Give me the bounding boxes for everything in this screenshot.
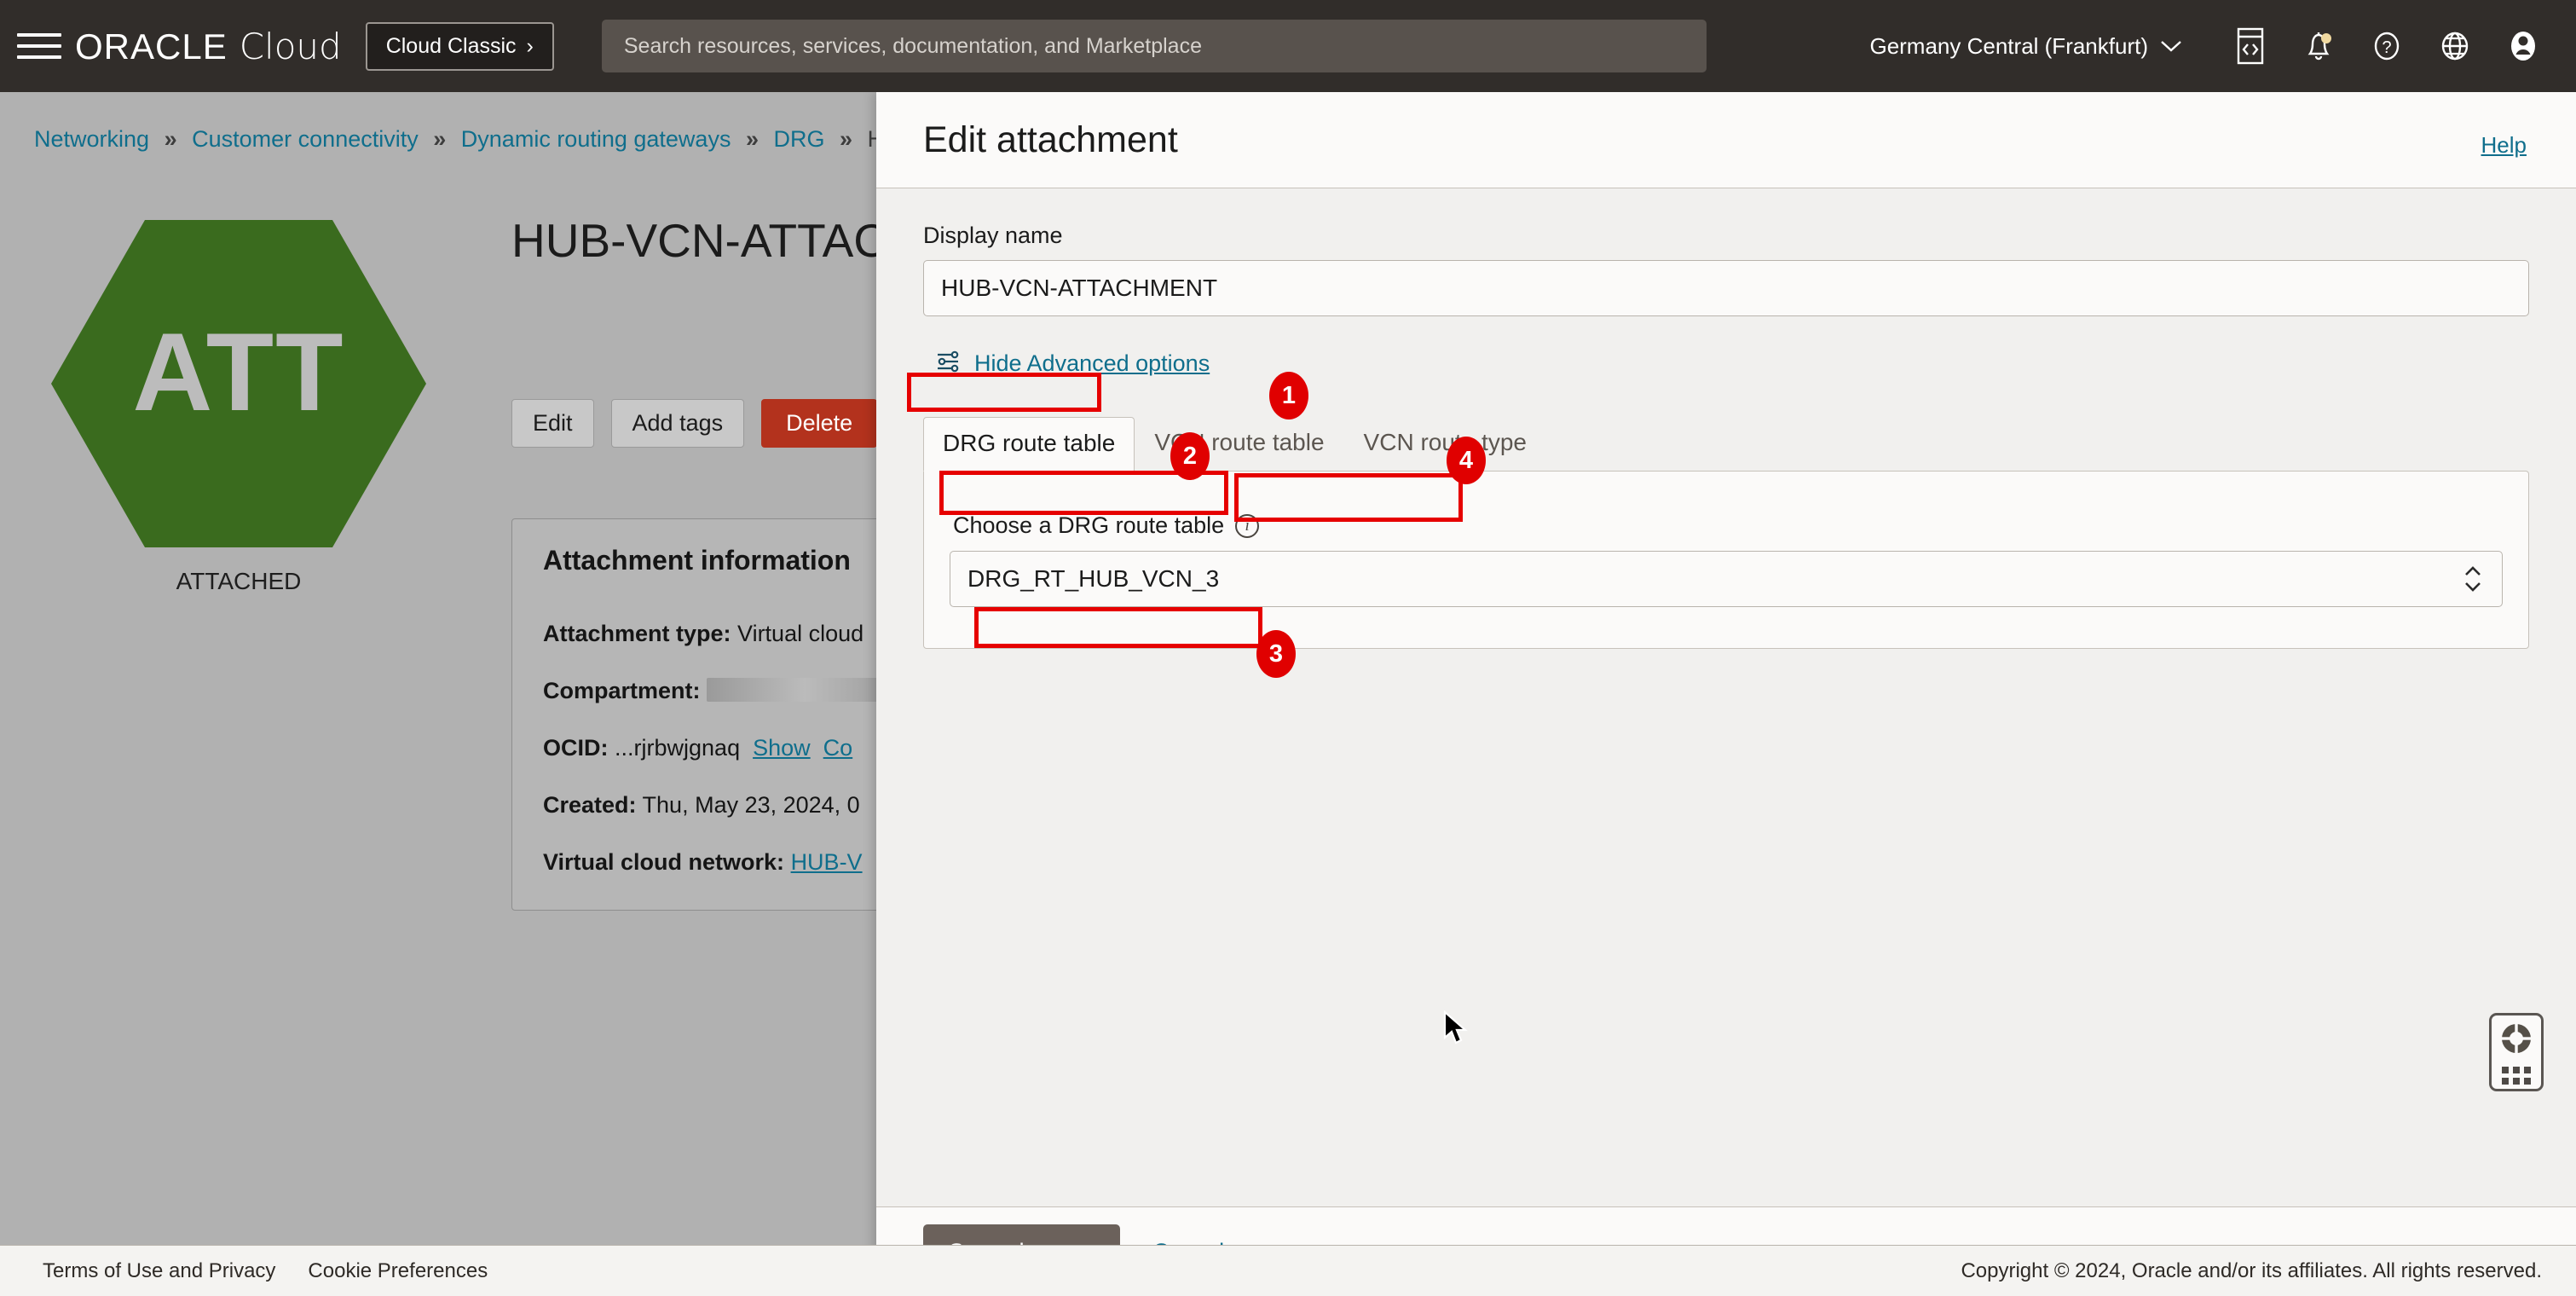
ocid-copy-link[interactable]: Co	[823, 735, 853, 761]
panel-header: Edit attachment Help	[876, 92, 2576, 188]
advanced-options-tabs: DRG route table VCN route table VCN rout…	[923, 416, 2529, 649]
breadcrumb-separator: »	[840, 126, 853, 152]
sliders-icon	[935, 349, 961, 379]
breadcrumb-item-drg[interactable]: DRG	[774, 126, 825, 152]
page-action-buttons: Edit Add tags Delete	[511, 399, 878, 448]
hide-advanced-options-toggle[interactable]: Hide Advanced options	[923, 340, 1222, 387]
add-tags-button[interactable]: Add tags	[610, 399, 745, 448]
info-label: Compartment:	[543, 678, 701, 703]
notifications-bell-icon[interactable]	[2291, 19, 2346, 73]
footer-links: Terms of Use and Privacy Cookie Preferen…	[43, 1259, 488, 1283]
info-value: ...rjrbwjgnaq	[615, 735, 741, 761]
spinner-updown-icon	[2463, 565, 2483, 593]
page-footer: Terms of Use and Privacy Cookie Preferen…	[0, 1245, 2576, 1296]
search-placeholder: Search resources, services, documentatio…	[623, 33, 1202, 58]
user-avatar-icon[interactable]	[2496, 19, 2550, 73]
display-name-input[interactable]	[923, 260, 2529, 316]
terms-of-use-link[interactable]: Terms of Use and Privacy	[43, 1259, 275, 1283]
breadcrumb: Networking » Customer connectivity » Dyn…	[34, 126, 916, 153]
panel-title: Edit attachment	[923, 119, 1178, 160]
help-link[interactable]: Help	[2481, 132, 2527, 159]
display-name-label: Display name	[923, 223, 1063, 248]
cloud-wordmark: Cloud	[239, 25, 342, 67]
copyright-text: Copyright © 2024, Oracle and/or its affi…	[1961, 1258, 2542, 1282]
breadcrumb-separator: »	[164, 126, 177, 152]
info-value: Thu, May 23, 2024, 0	[642, 792, 860, 818]
tab-list: DRG route table VCN route table VCN rout…	[923, 416, 2529, 472]
svg-text:?: ?	[2382, 38, 2391, 57]
breadcrumb-separator: »	[433, 126, 447, 152]
breadcrumb-item-dynamic-routing-gateways[interactable]: Dynamic routing gateways	[461, 126, 731, 152]
oracle-wordmark: ORACLE	[75, 26, 228, 67]
choose-label-text: Choose a DRG route table	[953, 512, 1225, 538]
vcn-link[interactable]: HUB-V	[791, 849, 863, 875]
support-widget[interactable]	[2489, 1013, 2544, 1091]
choose-drg-route-table-label: Choose a DRG route table i	[953, 512, 2503, 539]
display-name-field-group: Display name	[923, 223, 2529, 316]
panel-body: Display name Hide Advanced options	[876, 188, 2576, 1206]
ocid-show-link[interactable]: Show	[753, 735, 811, 761]
region-label: Germany Central (Frankfurt)	[1869, 32, 2148, 59]
breadcrumb-item-networking[interactable]: Networking	[34, 126, 149, 152]
resource-status-badge: ATT ATTACHED	[34, 220, 443, 595]
redacted-value	[707, 678, 904, 702]
chevron-right-icon: ›	[526, 33, 534, 58]
region-selector[interactable]: Germany Central (Frankfurt)	[1869, 33, 2182, 60]
breadcrumb-separator: »	[745, 126, 759, 152]
hexagon-icon: ATT	[51, 220, 426, 547]
hide-advanced-options-link[interactable]: Hide Advanced options	[974, 350, 1210, 377]
drg-route-table-selected-value: DRG_RT_HUB_VCN_3	[967, 565, 1220, 592]
cookie-preferences-link[interactable]: Cookie Preferences	[308, 1259, 488, 1283]
info-label: Attachment type:	[543, 621, 731, 646]
language-globe-icon[interactable]	[2428, 19, 2482, 73]
delete-button[interactable]: Delete	[761, 399, 878, 448]
page-title: HUB-VCN-ATTAC	[511, 214, 887, 267]
info-label: OCID:	[543, 735, 609, 761]
cloud-classic-label: Cloud Classic	[385, 33, 517, 58]
edit-attachment-panel: Edit attachment Help Display name HUB-VC…	[876, 92, 2576, 1296]
hexagon-label: ATT	[132, 310, 345, 434]
drag-dots-icon	[2502, 1067, 2531, 1085]
tab-vcn-route-type[interactable]: VCN route type	[1344, 416, 1546, 471]
status-caption: ATTACHED	[176, 568, 302, 594]
hamburger-menu-icon[interactable]	[17, 29, 61, 63]
info-value: Virtual cloud	[737, 621, 864, 646]
info-icon[interactable]: i	[1235, 513, 1260, 538]
global-search-input[interactable]: Search resources, services, documentatio…	[601, 20, 1707, 72]
info-label: Created:	[543, 792, 637, 818]
info-label: Virtual cloud network:	[543, 849, 785, 875]
edit-button[interactable]: Edit	[511, 399, 594, 448]
oracle-cloud-logo[interactable]: ORACLE Cloud	[75, 26, 342, 67]
tab-panel-drg-route-table: Choose a DRG route table i DRG_RT_HUB_VC…	[923, 471, 2529, 649]
chevron-down-icon	[2161, 41, 2181, 52]
help-question-icon[interactable]: ?	[2359, 19, 2414, 73]
drg-route-table-select[interactable]: DRG_RT_HUB_VCN_3	[950, 551, 2503, 607]
breadcrumb-item-customer-connectivity[interactable]: Customer connectivity	[192, 126, 419, 152]
topbar-right-cluster: Germany Central (Frankfurt) ?	[1869, 19, 2576, 73]
tab-drg-route-table[interactable]: DRG route table	[923, 417, 1135, 472]
cloud-classic-button[interactable]: Cloud Classic ›	[365, 21, 554, 71]
lifebuoy-icon	[2498, 1020, 2535, 1062]
code-editor-icon[interactable]	[2223, 19, 2278, 73]
top-navigation-bar: ORACLE Cloud Cloud Classic › Search reso…	[0, 0, 2576, 92]
tab-vcn-route-table[interactable]: VCN route table	[1135, 416, 1343, 471]
